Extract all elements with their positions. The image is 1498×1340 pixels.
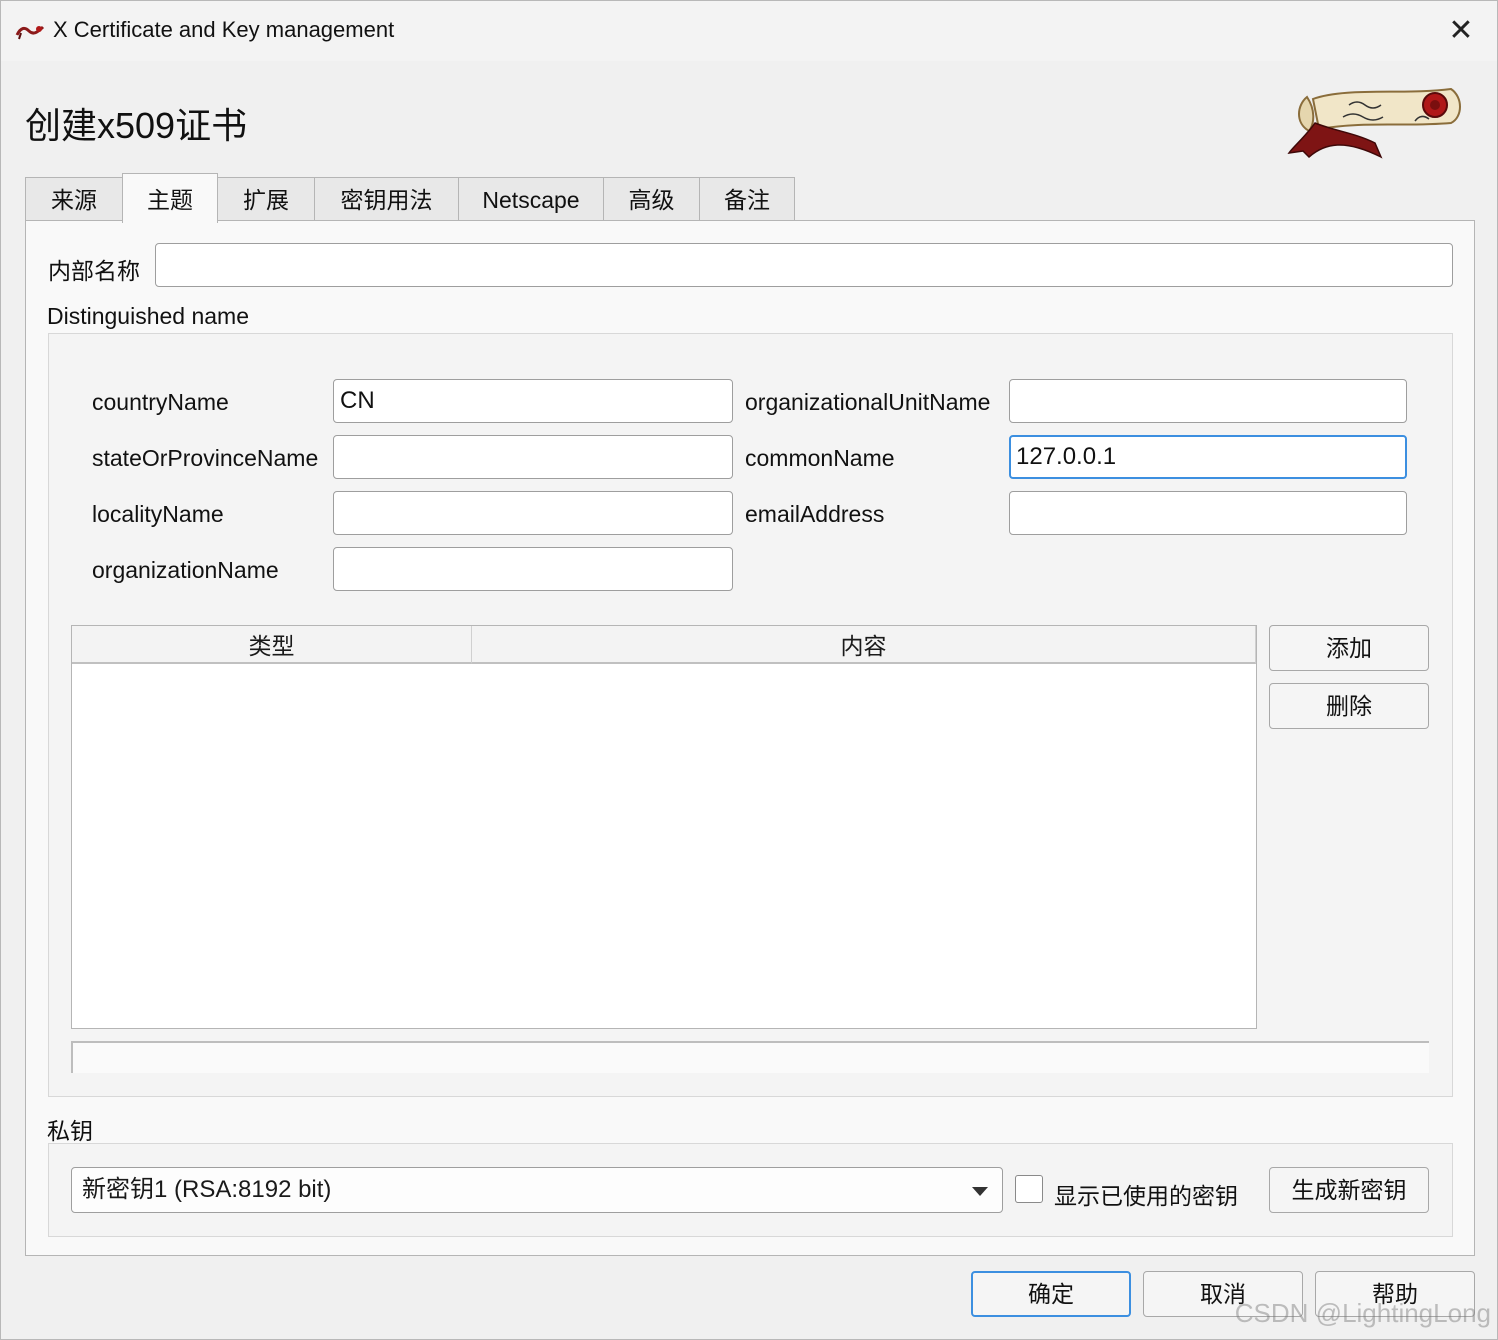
dialog-window: X Certificate and Key management ✕ 创建x50… — [0, 0, 1498, 1340]
dn-entries-table[interactable]: 类型 内容 — [71, 625, 1257, 1029]
tab-comment[interactable]: 备注 — [699, 177, 795, 221]
horizontal-scrollbar[interactable] — [71, 1041, 1429, 1073]
tab-extensions[interactable]: 扩展 — [217, 177, 315, 221]
tab-advanced[interactable]: 高级 — [603, 177, 700, 221]
email-address-input[interactable] — [1009, 491, 1407, 535]
xca-scroll-icon — [15, 25, 45, 40]
show-used-keys-label[interactable]: 显示已使用的密钥 — [1054, 1177, 1238, 1211]
window-title: X Certificate and Key management — [53, 17, 395, 42]
tab-subject[interactable]: 主题 — [122, 173, 218, 223]
column-header-type[interactable]: 类型 — [72, 626, 472, 664]
internal-name-label: 内部名称 — [48, 258, 140, 284]
private-key-select[interactable]: 新密钥1 (RSA:8192 bit) — [71, 1167, 1003, 1213]
common-name-label: commonName — [745, 445, 895, 471]
email-address-label: emailAddress — [745, 501, 885, 527]
org-unit-name-label: organizationalUnitName — [745, 389, 991, 415]
org-unit-name-input[interactable] — [1009, 379, 1407, 423]
internal-name-input[interactable] — [155, 243, 1453, 287]
state-name-input[interactable] — [333, 435, 733, 479]
organization-name-label: organizationName — [92, 557, 279, 583]
tab-source[interactable]: 来源 — [25, 177, 123, 221]
title-bar: X Certificate and Key management ✕ — [1, 1, 1497, 61]
private-key-select-value: 新密钥1 (RSA:8192 bit) — [82, 1176, 332, 1203]
chevron-down-icon — [972, 1187, 988, 1196]
locality-name-label: localityName — [92, 501, 224, 527]
add-entry-button[interactable]: 添加 — [1269, 625, 1429, 671]
organization-name-input[interactable] — [333, 547, 733, 591]
country-name-label: countryName — [92, 389, 229, 415]
dn-group-label: Distinguished name — [47, 303, 250, 329]
state-name-label: stateOrProvinceName — [92, 445, 319, 471]
column-header-content[interactable]: 内容 — [472, 626, 1256, 664]
xca-logo-scroll-icon — [1287, 87, 1461, 159]
generate-key-button[interactable]: 生成新密钥 — [1269, 1167, 1429, 1213]
ok-button[interactable]: 确定 — [971, 1271, 1131, 1317]
watermark-text: CSDN @LightingLong — [1234, 1298, 1491, 1328]
private-key-group-label: 私钥 — [47, 1118, 93, 1144]
common-name-input[interactable]: 127.0.0.1 — [1009, 435, 1407, 479]
close-icon[interactable]: ✕ — [1443, 13, 1479, 49]
locality-name-input[interactable] — [333, 491, 733, 535]
delete-entry-button[interactable]: 删除 — [1269, 683, 1429, 729]
page-title: 创建x509证书 — [25, 105, 248, 146]
tab-netscape[interactable]: Netscape — [458, 177, 604, 221]
tab-key-usage[interactable]: 密钥用法 — [314, 177, 459, 221]
country-name-input[interactable]: CN — [333, 379, 733, 423]
show-used-keys-checkbox[interactable] — [1015, 1175, 1043, 1203]
